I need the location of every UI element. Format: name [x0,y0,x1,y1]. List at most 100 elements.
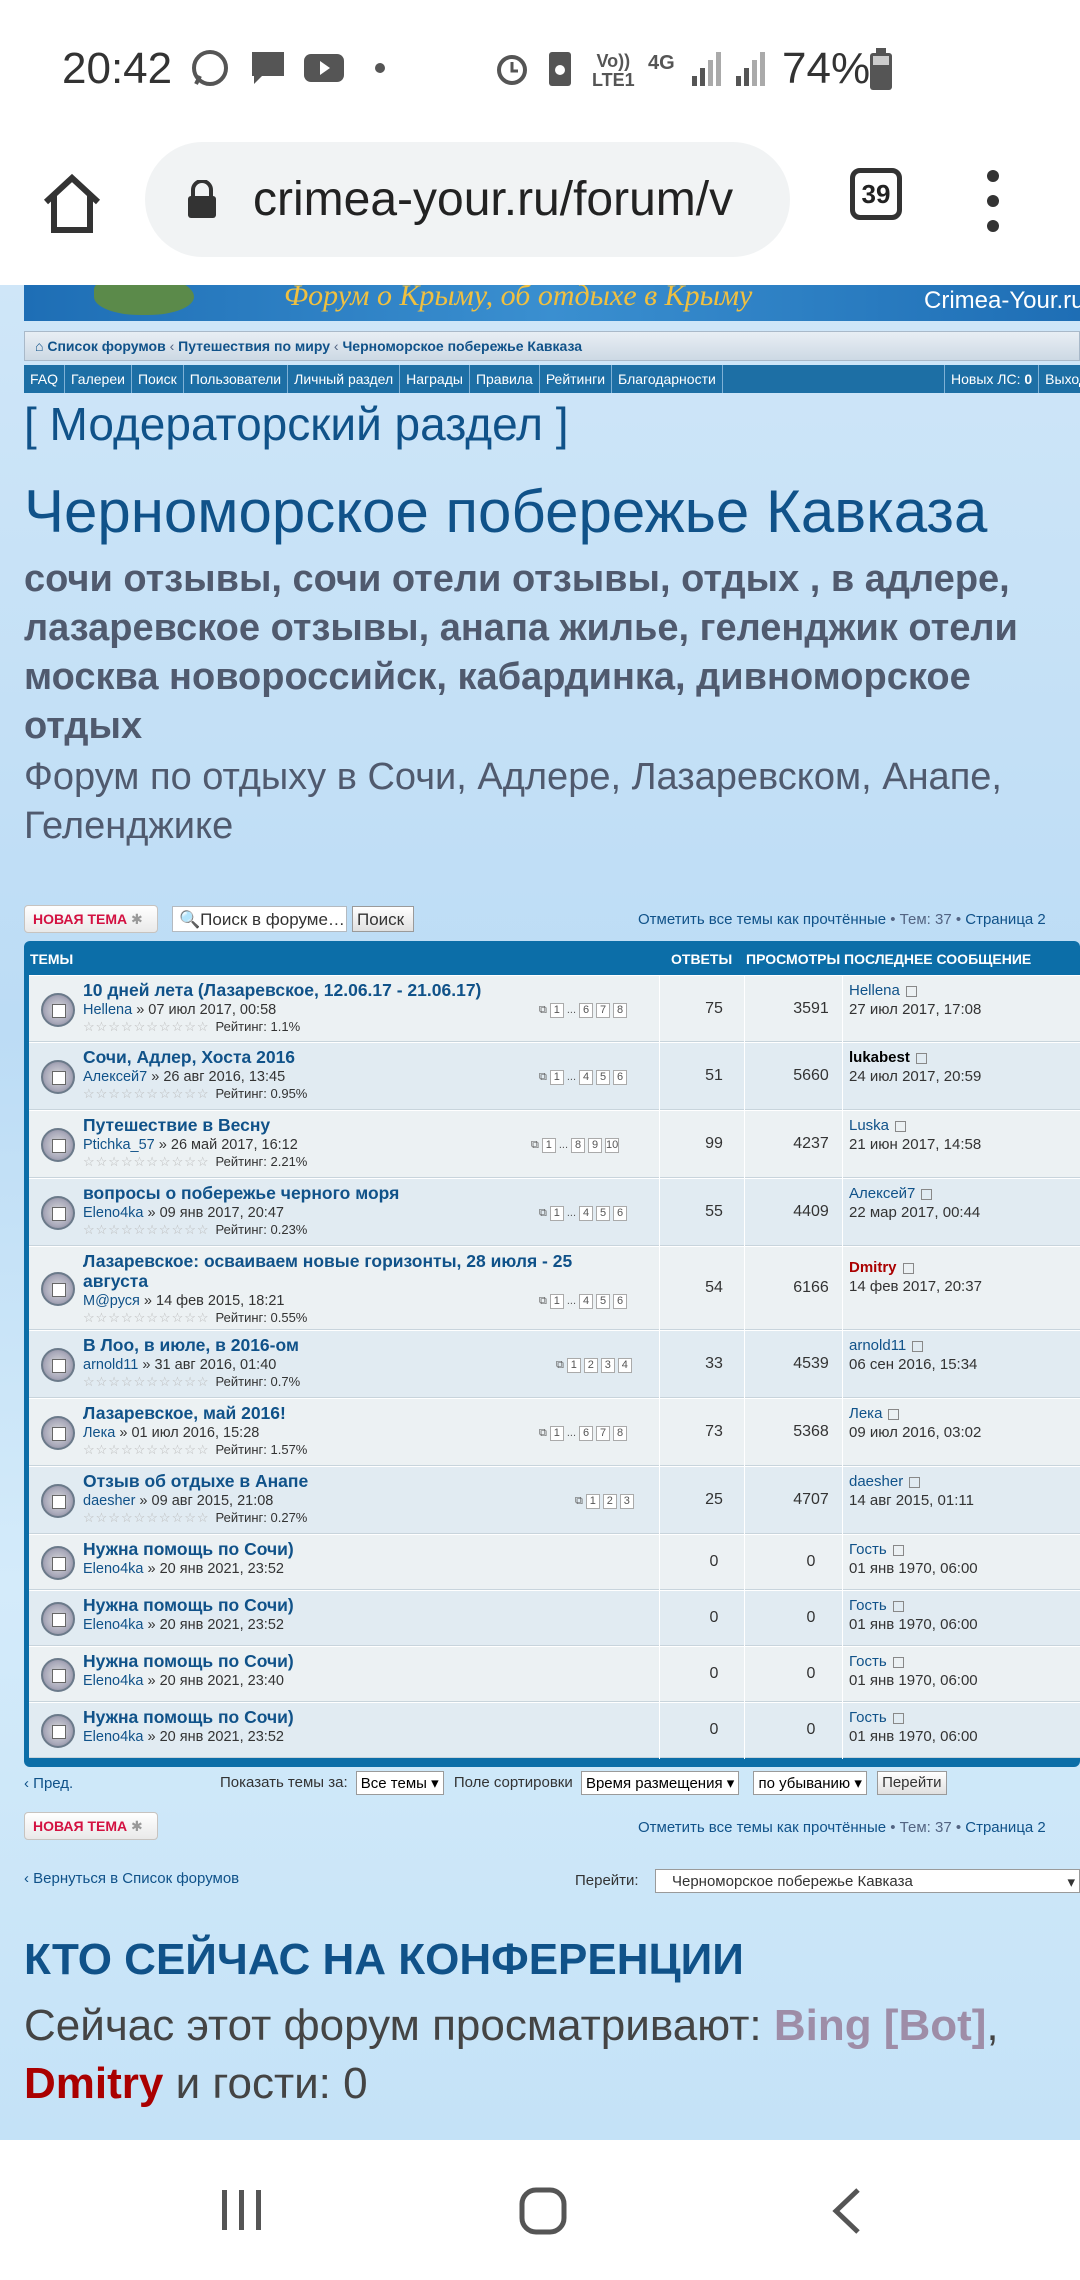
topic-page-link[interactable]: 2 [583,1358,598,1373]
table-row[interactable]: Лазаревское, май 2016! Лека » 01 июл 2016… [29,1398,1080,1467]
topic-page-link[interactable]: 10 [605,1138,620,1153]
last-post-author[interactable]: Гость [849,1653,904,1670]
topic-title-link[interactable]: Нужна помощь по Сочи) [83,1707,294,1728]
topic-page-link[interactable]: 1 [541,1138,556,1153]
topic-page-link[interactable]: 8 [613,1003,628,1018]
topic-page-link[interactable]: 5 [596,1206,611,1221]
view-latest-icon[interactable] [892,1600,904,1612]
table-row[interactable]: вопросы о побережье черного моря Eleno4ka… [29,1178,1080,1247]
search-button[interactable]: Поиск [352,906,414,932]
topic-title-link[interactable]: Лазаревское: осваиваем новые горизонты, … [83,1251,572,1272]
table-row[interactable]: Лазаревское: осваиваем новые горизонты, … [29,1246,1080,1331]
view-latest-icon[interactable] [912,1340,924,1352]
breadcrumb-current[interactable]: Черноморское побережье Кавказа [342,338,582,354]
topic-title-link[interactable]: Отзыв об отдыхе в Анапе [83,1471,308,1492]
home-icon[interactable] [40,172,104,236]
table-row[interactable]: Нужна помощь по Сочи) Eleno4ka » 20 янв 2… [29,1590,1080,1647]
topic-title-link[interactable]: Лазаревское, май 2016! [83,1403,286,1424]
nav-search[interactable]: Поиск [132,365,184,393]
topic-title-link[interactable]: 10 дней лета (Лазаревское, 12.06.17 - 21… [83,980,481,1001]
show-topics-select[interactable]: Все темы ▾ [355,1771,444,1795]
topic-page-link[interactable]: 6 [613,1070,628,1085]
topic-author-link[interactable]: Eleno4ka [83,1561,143,1577]
topic-page-link[interactable]: 6 [613,1206,628,1221]
topic-page-link[interactable]: 1 [549,1426,564,1441]
topic-page-link[interactable]: 1 [549,1206,564,1221]
topic-author-link[interactable]: Eleno4ka [83,1617,143,1633]
home-nav-icon[interactable] [518,2186,568,2236]
topic-page-link[interactable]: 4 [617,1358,632,1373]
topic-page-link[interactable]: 4 [579,1206,594,1221]
view-latest-icon[interactable] [909,1476,921,1488]
nav-new-pm[interactable]: Новых ЛС: 0 [944,365,1038,393]
topic-author-link[interactable]: Eleno4ka [83,1205,143,1221]
topic-page-link[interactable]: 6 [579,1003,594,1018]
last-post-author[interactable]: Гость [849,1709,904,1726]
new-topic-button[interactable]: НОВАЯ ТЕМА ✱ [24,905,158,933]
topic-title-link[interactable]: Путешествие в Весну [83,1115,270,1136]
last-post-author[interactable]: Dmitry [849,1259,914,1276]
breadcrumb-forums[interactable]: Список форумов [47,338,165,354]
breadcrumb-travel[interactable]: Путешествия по миру [178,338,330,354]
view-latest-icon[interactable] [892,1712,904,1724]
topic-page-link[interactable]: 5 [596,1294,611,1309]
view-latest-icon[interactable] [892,1656,904,1668]
bot-user-link[interactable]: Bing [Bot] [774,2001,987,2050]
topic-title-link[interactable]: В Лоо, в июле, в 2016-ом [83,1335,299,1356]
topic-page-link[interactable]: 4 [579,1070,594,1085]
topic-page-link[interactable]: 6 [579,1426,594,1441]
back-icon[interactable] [830,2186,864,2236]
last-post-author[interactable]: Гость [849,1541,904,1558]
topic-page-link[interactable]: 3 [619,1494,634,1509]
topic-page-link[interactable]: 9 [588,1138,603,1153]
last-post-author[interactable]: arnold11 [849,1337,924,1354]
overflow-menu-icon[interactable] [985,170,1001,232]
topic-page-link[interactable]: 7 [596,1426,611,1441]
nav-ucp[interactable]: Личный раздел [288,365,401,393]
last-post-author[interactable]: Hellena [849,982,917,999]
last-post-author[interactable]: Лека [849,1405,900,1422]
last-post-author[interactable]: Гость [849,1597,904,1614]
topic-title-link[interactable]: Нужна помощь по Сочи) [83,1539,294,1560]
topic-title-link[interactable]: Нужна помощь по Сочи) [83,1595,294,1616]
view-latest-icon[interactable] [915,1052,927,1064]
topic-author-link[interactable]: Ptichka_57 [83,1137,155,1153]
topic-page-link[interactable]: 1 [566,1358,581,1373]
forum-banner[interactable]: Форум о Крыму, об отдыхе в Крыму Crimea-… [24,285,1080,321]
last-post-author[interactable]: lukabest [849,1049,927,1066]
last-post-author[interactable]: Алексей7 [849,1185,933,1202]
sort-order-select[interactable]: по убыванию ▾ [753,1771,867,1795]
nav-users[interactable]: Пользователи [184,365,289,393]
nav-awards[interactable]: Награды [400,365,470,393]
mark-read-link[interactable]: Отметить все темы как прочтённые [638,911,886,928]
nav-logout[interactable]: Выход [1038,365,1080,393]
view-latest-icon[interactable] [892,1544,904,1556]
topic-page-link[interactable]: 1 [585,1494,600,1509]
topic-page-link[interactable]: 4 [579,1294,594,1309]
forum-title[interactable]: Черноморское побережье Кавказа [24,477,987,546]
topic-page-link[interactable]: 3 [600,1358,615,1373]
search-input[interactable]: 🔍Поиск в форуме… [172,906,347,932]
view-latest-icon[interactable] [902,1262,914,1274]
topic-page-link[interactable]: 8 [571,1138,586,1153]
topic-author-link[interactable]: M@руся [83,1293,140,1309]
mark-read-link-bottom[interactable]: Отметить все темы как прочтённые [638,1819,886,1836]
topic-author-link[interactable]: Алексей7 [83,1069,147,1085]
jump-select[interactable]: Черноморское побережье Кавказа ▾ [655,1869,1080,1893]
return-to-forums-link[interactable]: ‹ Вернуться в Список форумов [24,1870,239,1887]
nav-ratings[interactable]: Рейтинги [540,365,613,393]
table-row[interactable]: Отзыв об отдыхе в Анапе daesher » 09 авг … [29,1466,1080,1535]
topic-author-link[interactable]: Eleno4ka [83,1673,143,1689]
topic-title-link[interactable]: Сочи, Адлер, Хоста 2016 [83,1047,295,1068]
table-row[interactable]: Нужна помощь по Сочи) Eleno4ka » 20 янв 2… [29,1646,1080,1703]
table-row[interactable]: Нужна помощь по Сочи) Eleno4ka » 20 янв 2… [29,1534,1080,1591]
page-indicator[interactable]: Страница 2 [965,911,1046,928]
topic-author-link[interactable]: Лека [83,1425,115,1441]
table-row[interactable]: В Лоо, в июле, в 2016-ом arnold11 » 31 ав… [29,1330,1080,1399]
topic-title-link[interactable]: Нужна помощь по Сочи) [83,1651,294,1672]
topic-page-link[interactable]: 1 [549,1070,564,1085]
topic-page-link[interactable]: 5 [596,1070,611,1085]
topic-author-link[interactable]: daesher [83,1493,135,1509]
table-row[interactable]: Нужна помощь по Сочи) Eleno4ka » 20 янв 2… [29,1702,1080,1759]
view-latest-icon[interactable] [888,1408,900,1420]
